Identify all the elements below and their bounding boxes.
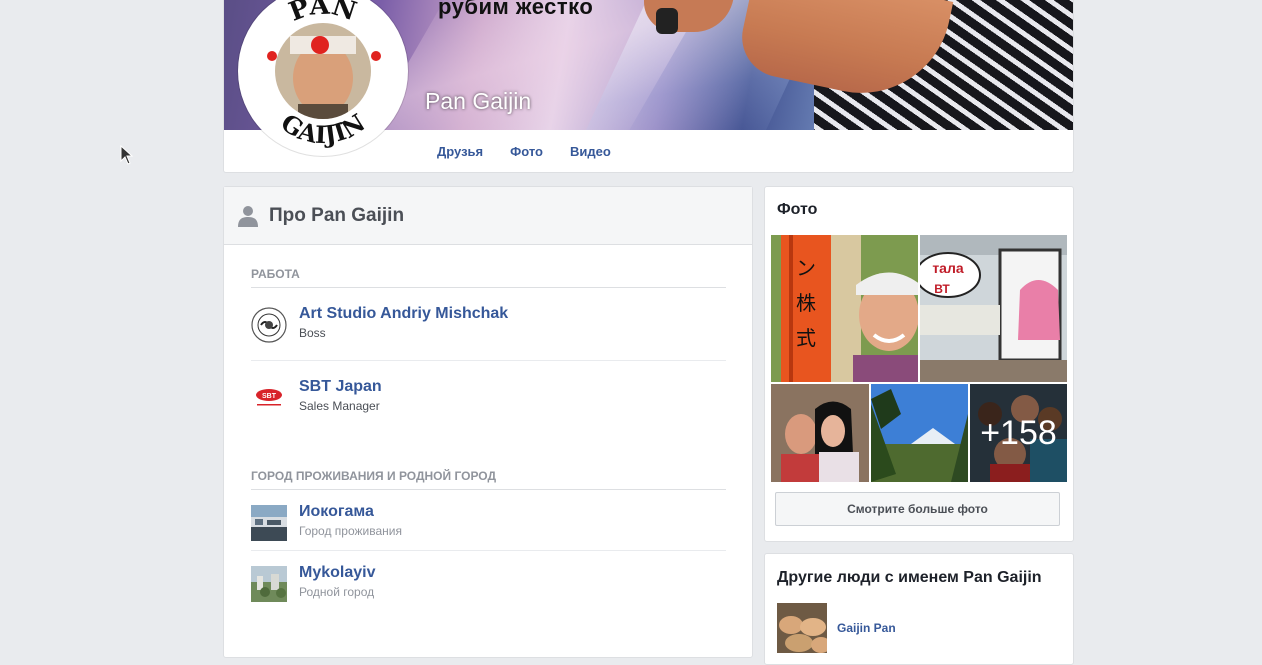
- yokohama-thumb[interactable]: [251, 505, 287, 541]
- divider: [251, 287, 726, 288]
- photos-card: Фото ン 株 式 тала ВТ +158 Смотрите больше …: [764, 186, 1074, 542]
- photo-thumb-more[interactable]: +158: [970, 384, 1067, 482]
- mouse-cursor-icon: [120, 145, 134, 165]
- work-section-title: РАБОТА: [251, 267, 300, 281]
- svg-text:тала: тала: [932, 260, 964, 276]
- other-people-card: Другие люди с именем Pan Gaijin Gaijin P…: [764, 553, 1074, 665]
- svg-text:ン: ン: [796, 258, 816, 280]
- place-item: Иокогама Город проживания: [251, 503, 726, 543]
- divider: [251, 489, 726, 490]
- mykolayiv-thumb[interactable]: [251, 566, 287, 602]
- profile-name[interactable]: Pan Gaijin: [425, 88, 531, 115]
- art-studio-logo[interactable]: [251, 307, 287, 343]
- profile-avatar[interactable]: PAN GAIJIN: [238, 0, 408, 156]
- photo-more-count: +158: [970, 384, 1067, 482]
- city-type: Родной город: [299, 585, 375, 599]
- places-section-title: ГОРОД ПРОЖИВАНИЯ И РОДНОЙ ГОРОД: [251, 469, 497, 483]
- svg-text:式: 式: [796, 327, 816, 350]
- work-title-link[interactable]: Art Studio Andriy Mishchak: [299, 305, 508, 323]
- list-item[interactable]: Gaijin Pan: [777, 603, 1057, 653]
- svg-text:ВТ: ВТ: [934, 282, 950, 296]
- other-people-title: Другие люди с именем Pan Gaijin: [777, 569, 1042, 586]
- place-item: Mykolayiv Родной город: [251, 564, 726, 604]
- work-title-link[interactable]: SBT Japan: [299, 378, 382, 396]
- person-avatar[interactable]: [777, 603, 827, 653]
- city-link[interactable]: Иокогама: [299, 503, 374, 521]
- about-title: Про Pan Gaijin: [269, 204, 405, 226]
- sbt-logo-text: SBT: [262, 393, 277, 400]
- photo-thumb[interactable]: тала ВТ: [920, 235, 1067, 382]
- photos-title[interactable]: Фото: [777, 201, 817, 219]
- photo-thumb[interactable]: ン 株 式: [771, 235, 918, 382]
- work-item: Art Studio Andriy Mishchak Boss: [251, 305, 726, 345]
- profile-header: рубим жестко Pan Gaijin PAN GAIJIN Друзь…: [223, 0, 1074, 173]
- person-name-link[interactable]: Gaijin Pan: [837, 621, 896, 635]
- photo-thumb[interactable]: [871, 384, 968, 482]
- tab-friends[interactable]: Друзья: [437, 144, 483, 159]
- sbt-japan-logo[interactable]: SBT: [251, 380, 287, 416]
- about-header: Про Pan Gaijin: [224, 187, 752, 245]
- city-link[interactable]: Mykolayiv: [299, 564, 375, 582]
- work-item: SBT SBT Japan Sales Manager: [251, 378, 726, 418]
- svg-text:株: 株: [796, 292, 816, 315]
- photo-thumb[interactable]: [771, 384, 869, 482]
- person-icon: [238, 205, 258, 227]
- tab-photos[interactable]: Фото: [510, 144, 543, 159]
- about-card: Про Pan Gaijin РАБОТА Art Studio Andriy …: [223, 186, 753, 658]
- city-type: Город проживания: [299, 524, 402, 538]
- work-position: Sales Manager: [299, 399, 380, 413]
- tab-videos[interactable]: Видео: [570, 144, 611, 159]
- divider: [251, 550, 726, 551]
- cover-slogan: рубим жестко: [438, 0, 594, 19]
- work-position: Boss: [299, 326, 326, 340]
- divider: [251, 360, 726, 361]
- profile-nav: Друзья Фото Видео: [437, 144, 611, 159]
- see-more-photos-button[interactable]: Смотрите больше фото: [775, 492, 1060, 526]
